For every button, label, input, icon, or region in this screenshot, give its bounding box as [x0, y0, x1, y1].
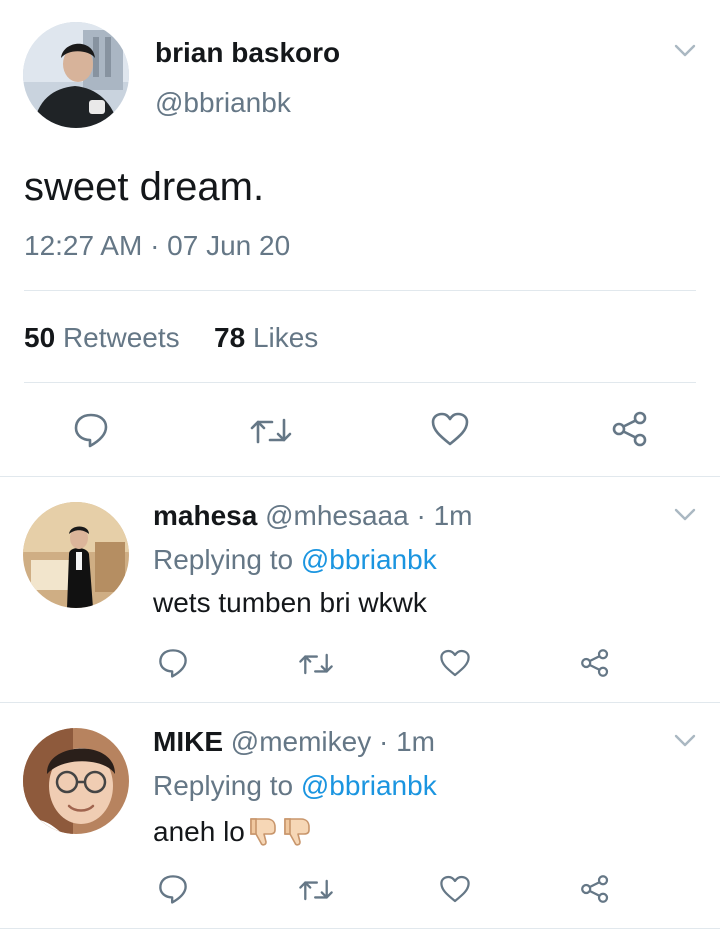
reply-icon[interactable] — [72, 411, 110, 449]
replying-to-handle[interactable]: @bbrianbk — [301, 544, 437, 575]
replying-to: Replying to @bbrianbk — [153, 544, 437, 576]
chevron-down-icon[interactable] — [674, 734, 696, 748]
reply-time: · 1m — [416, 500, 473, 531]
handle: @mhesaaa — [265, 500, 409, 531]
divider — [0, 476, 720, 477]
share-icon[interactable] — [579, 873, 611, 905]
handle[interactable]: @bbrianbk — [155, 87, 291, 119]
divider — [24, 290, 696, 291]
share-icon[interactable] — [610, 410, 650, 448]
retweet-label: Retweets — [62, 322, 180, 353]
tweet-text: sweet dream. — [24, 165, 265, 209]
retweet-icon[interactable] — [297, 650, 335, 678]
heart-icon[interactable] — [439, 874, 471, 904]
timestamp[interactable]: 12:27 AM · 07 Jun 20 — [24, 230, 290, 262]
avatar[interactable] — [23, 22, 129, 128]
avatar[interactable] — [23, 728, 129, 834]
share-icon[interactable] — [579, 647, 611, 679]
like-label: Likes — [252, 322, 319, 353]
retweet-stats[interactable]: 50 Retweets — [24, 322, 180, 354]
retweet-icon[interactable] — [248, 414, 294, 448]
divider — [24, 382, 696, 383]
reply-text: wets tumben bri wkwk — [153, 587, 427, 618]
replying-to-label: Replying to — [153, 770, 294, 801]
heart-icon[interactable] — [430, 411, 470, 447]
thumbs-down-icon — [281, 813, 315, 854]
replying-to-handle[interactable]: @bbrianbk — [301, 770, 437, 801]
reply-header[interactable]: mahesa @mhesaaa · 1m — [153, 500, 472, 532]
reply-text: aneh lo — [153, 815, 245, 847]
reply-icon[interactable] — [157, 647, 189, 679]
display-name[interactable]: brian baskoro — [155, 37, 340, 69]
display-name: mahesa — [153, 500, 258, 531]
replying-to: Replying to @bbrianbk — [153, 770, 437, 802]
replying-to-label: Replying to — [153, 544, 294, 575]
avatar[interactable] — [23, 502, 129, 608]
chevron-down-icon[interactable] — [674, 44, 696, 58]
reply-text-row: aneh lo — [153, 813, 315, 854]
reply-icon[interactable] — [157, 873, 189, 905]
retweet-count: 50 — [24, 322, 56, 353]
divider — [0, 702, 720, 703]
retweet-icon[interactable] — [297, 876, 335, 904]
like-count: 78 — [214, 322, 246, 353]
like-stats[interactable]: 78 Likes — [214, 322, 318, 354]
divider — [0, 928, 720, 929]
handle: @memikey — [230, 726, 372, 757]
chevron-down-icon[interactable] — [674, 508, 696, 522]
reply-header[interactable]: MIKE @memikey · 1m — [153, 726, 435, 758]
reply-time: · 1m — [379, 726, 435, 757]
heart-icon[interactable] — [439, 648, 471, 678]
display-name: MIKE — [153, 726, 223, 757]
thumbs-down-icon — [247, 813, 281, 854]
